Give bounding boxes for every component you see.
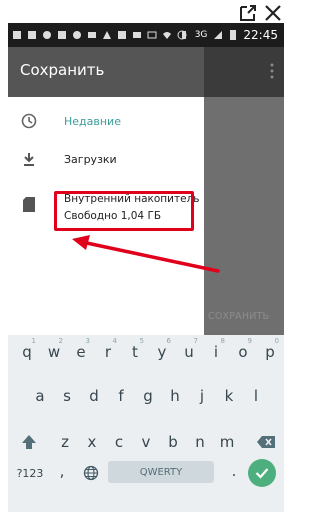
key-hint: 8 <box>220 337 225 345</box>
space-bar[interactable]: QWERTY <box>108 461 214 483</box>
key-f[interactable]: f <box>109 381 133 411</box>
key-hint: 1 <box>31 337 36 345</box>
drawer-item-label: Загрузки <box>64 153 117 166</box>
background-app-toolbar <box>204 47 284 97</box>
key-e[interactable]: e3 <box>69 337 93 367</box>
network-type: 3G <box>194 30 208 40</box>
key-label: e <box>76 343 86 361</box>
cast-icon <box>147 31 157 39</box>
key-o[interactable]: o9 <box>231 337 255 367</box>
key-l[interactable]: l <box>244 381 268 411</box>
drawer-title: Сохранить <box>20 61 105 79</box>
key-hint: 7 <box>193 337 198 345</box>
globe-icon[interactable] <box>83 465 99 481</box>
status-bar: 3G 22:45 <box>8 23 284 47</box>
wifi-icon <box>163 32 171 39</box>
notification-icons <box>12 27 187 43</box>
signal-icon <box>214 31 223 39</box>
symbols-key[interactable]: ?123 <box>14 458 46 488</box>
close-icon[interactable] <box>263 3 283 23</box>
enter-key[interactable] <box>248 459 276 487</box>
key-c[interactable]: c <box>107 427 131 457</box>
battery-icon <box>230 30 237 40</box>
key-label: p <box>265 343 275 361</box>
key-r[interactable]: r4 <box>96 337 120 367</box>
notification-icon <box>58 31 66 39</box>
comma-key[interactable]: , <box>50 456 74 486</box>
key-i[interactable]: i8 <box>204 337 228 367</box>
check-icon <box>255 468 269 479</box>
drawer-item-downloads[interactable]: Загрузки <box>8 143 204 179</box>
key-hint: 0 <box>274 337 279 345</box>
key-m[interactable]: m <box>215 427 239 457</box>
notification-icon <box>73 31 81 39</box>
shift-icon[interactable] <box>21 434 37 450</box>
key-hint: 6 <box>166 337 171 345</box>
key-hint: 4 <box>112 337 117 345</box>
save-button: СОХРАНИТЬ <box>208 311 270 322</box>
key-x[interactable]: x <box>80 427 104 457</box>
key-hint: 9 <box>247 337 252 345</box>
clock-time: 22:45 <box>243 28 278 42</box>
drawer-item-label: Недавние <box>64 115 121 128</box>
notification-icon <box>103 31 111 39</box>
key-k[interactable]: k <box>217 381 241 411</box>
notification-icon <box>118 31 126 39</box>
main-content: СОХРАНИТЬ Сохранить Недавние Загрузки Вн… <box>8 47 284 335</box>
drawer-item-recent[interactable]: Недавние <box>8 105 204 141</box>
key-d[interactable]: d <box>82 381 106 411</box>
drawer-header: Сохранить <box>8 47 204 97</box>
notification-icon <box>43 31 51 39</box>
notification-icon <box>88 32 96 38</box>
backspace-icon[interactable] <box>256 435 276 449</box>
keyboard-row-2: asdfghjkl <box>8 371 284 407</box>
annotation-arrow <box>72 235 220 273</box>
status-right: 3G 22:45 <box>179 25 278 45</box>
key-n[interactable]: n <box>188 427 212 457</box>
key-label: q <box>22 343 32 361</box>
key-q[interactable]: q1 <box>15 337 39 367</box>
sd-card-icon <box>23 197 35 212</box>
key-label: w <box>47 343 61 361</box>
key-a[interactable]: a <box>28 381 52 411</box>
key-label: u <box>184 343 194 361</box>
highlight-box <box>54 191 194 231</box>
vibrate-icon <box>181 31 186 39</box>
overflow-menu-icon <box>270 63 274 79</box>
open-external-icon[interactable] <box>238 3 258 23</box>
key-hint: 2 <box>58 337 63 345</box>
notification-icon <box>28 31 36 39</box>
key-t[interactable]: t5 <box>123 337 147 367</box>
key-u[interactable]: u7 <box>177 337 201 367</box>
key-p[interactable]: p0 <box>258 337 282 367</box>
background-app-scrim[interactable]: СОХРАНИТЬ <box>204 47 284 335</box>
key-hint: 5 <box>139 337 144 345</box>
key-b[interactable]: b <box>161 427 185 457</box>
download-icon <box>24 153 34 166</box>
key-j[interactable]: j <box>190 381 214 411</box>
screenshot-frame: 3G 22:45 СОХРАНИТЬ Сохранить Недавние За… <box>0 0 290 526</box>
key-y[interactable]: y6 <box>150 337 174 367</box>
notification-icon <box>133 32 141 38</box>
key-h[interactable]: h <box>163 381 187 411</box>
key-z[interactable]: z <box>53 427 77 457</box>
key-label: t <box>132 343 138 361</box>
keyboard-row-1: q1w2e3r4t5y6u7i8o9p0 <box>8 335 284 371</box>
key-g[interactable]: g <box>136 381 160 411</box>
key-s[interactable]: s <box>55 381 79 411</box>
key-label: r <box>104 343 112 361</box>
key-w[interactable]: w2 <box>42 337 66 367</box>
clock-icon <box>21 113 37 129</box>
keyboard: q1w2e3r4t5y6u7i8o9p0 asdfghjkl zxcvbnm ?… <box>8 335 284 512</box>
notification-icon <box>13 31 21 39</box>
keyboard-row-3: zxcvbnm <box>8 413 284 451</box>
period-key[interactable]: . <box>222 456 246 486</box>
key-label: y <box>157 343 167 361</box>
phone-screen: 3G 22:45 СОХРАНИТЬ Сохранить Недавние За… <box>8 23 284 512</box>
key-label: o <box>238 343 248 361</box>
key-label: i <box>213 343 219 361</box>
key-hint: 3 <box>85 337 90 345</box>
key-v[interactable]: v <box>134 427 158 457</box>
